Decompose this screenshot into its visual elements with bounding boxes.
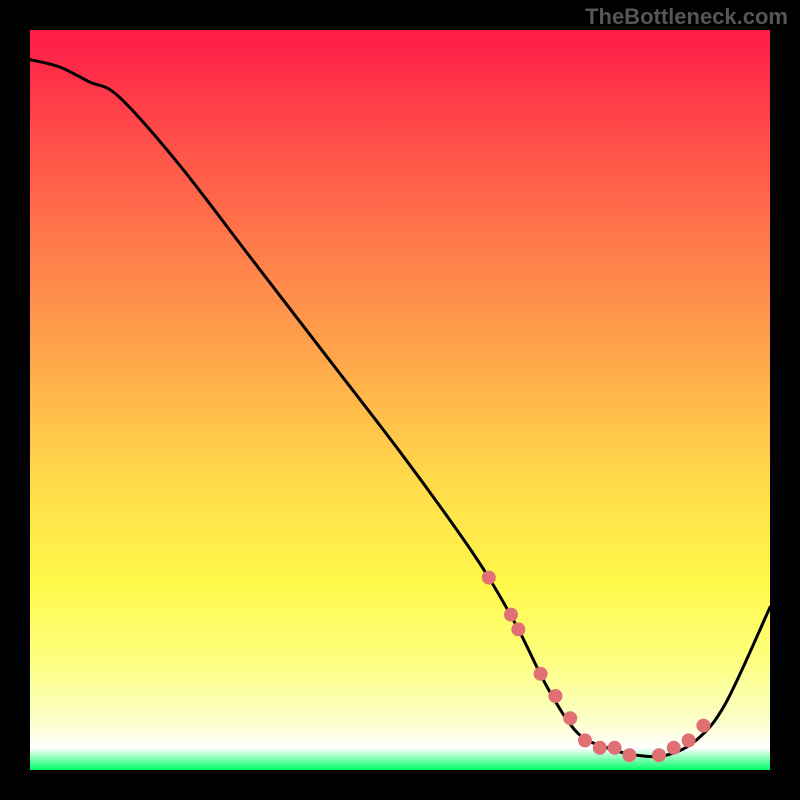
chart-plot-area xyxy=(30,30,770,770)
chart-curve xyxy=(30,60,770,757)
chart-marker-point xyxy=(608,741,622,755)
chart-marker-point xyxy=(652,748,666,762)
chart-marker-point xyxy=(696,719,710,733)
chart-markers xyxy=(482,571,711,763)
chart-marker-point xyxy=(593,741,607,755)
chart-marker-point xyxy=(548,689,562,703)
chart-marker-point xyxy=(504,608,518,622)
chart-marker-point xyxy=(622,748,636,762)
chart-marker-point xyxy=(482,571,496,585)
chart-marker-point xyxy=(563,711,577,725)
chart-marker-point xyxy=(578,733,592,747)
chart-svg xyxy=(30,30,770,770)
chart-marker-point xyxy=(511,622,525,636)
watermark-text: TheBottleneck.com xyxy=(585,4,788,30)
chart-marker-point xyxy=(682,733,696,747)
chart-marker-point xyxy=(667,741,681,755)
chart-marker-point xyxy=(534,667,548,681)
